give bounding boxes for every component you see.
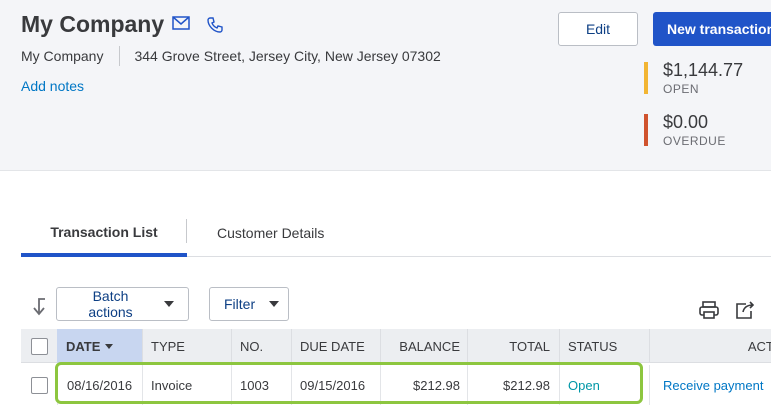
- cell-status: Open: [559, 365, 649, 405]
- open-amount: $1,144.77: [663, 60, 744, 80]
- column-action-label: ACTION: [747, 338, 771, 354]
- print-icon[interactable]: [698, 300, 720, 325]
- open-balance: $1,144.77 OPEN: [644, 60, 743, 96]
- phone-icon[interactable]: [206, 16, 224, 34]
- batch-actions-dropdown[interactable]: Batch actions: [56, 287, 189, 321]
- column-status-label: STATUS: [568, 338, 618, 354]
- column-status[interactable]: STATUS: [559, 329, 649, 363]
- table-header: DATE TYPE NO. DUE DATE BALANCE TOTAL STA…: [21, 329, 771, 363]
- column-balance[interactable]: BALANCE: [380, 329, 467, 363]
- divider: [119, 46, 121, 66]
- table-row[interactable]: 08/16/2016 Invoice 1003 09/15/2016 $212.…: [21, 365, 771, 405]
- filter-label: Filter: [224, 296, 256, 312]
- cell-type: Invoice: [142, 365, 231, 405]
- column-no-label: NO.: [240, 338, 264, 354]
- export-icon[interactable]: [734, 300, 756, 325]
- customer-header: My Company My Company 344 Grove Street, …: [0, 0, 771, 171]
- column-due-date-label: DUE DATE: [300, 338, 365, 354]
- tab-divider: [186, 219, 187, 243]
- overdue-balance: $0.00 OVERDUE: [644, 112, 726, 148]
- column-type-label: TYPE: [151, 338, 185, 354]
- overdue-indicator: [644, 114, 648, 146]
- row-checkbox[interactable]: [30, 376, 48, 394]
- column-type[interactable]: TYPE: [142, 329, 231, 363]
- sort-down-icon: [105, 343, 114, 349]
- cell-total: $212.98: [467, 365, 559, 405]
- customer-address: 344 Grove Street, Jersey City, New Jerse…: [134, 48, 441, 64]
- customer-info: My Company 344 Grove Street, Jersey City…: [21, 46, 441, 66]
- select-all-cell: [21, 329, 57, 363]
- select-all-checkbox[interactable]: [30, 337, 48, 355]
- email-icon[interactable]: [172, 16, 190, 34]
- open-label: OPEN: [663, 82, 700, 96]
- edit-button[interactable]: Edit: [558, 12, 638, 46]
- chevron-down-icon: [164, 301, 174, 307]
- row-select-cell: [21, 365, 57, 405]
- sort-arrow-icon[interactable]: [31, 297, 47, 322]
- cell-date: 08/16/2016: [57, 365, 142, 405]
- cell-no: 1003: [231, 365, 291, 405]
- company-name: My Company: [21, 48, 104, 64]
- column-total-label: TOTAL: [509, 338, 550, 354]
- overdue-label: OVERDUE: [663, 134, 726, 148]
- page-title: My Company: [21, 11, 165, 37]
- contact-icons: [172, 16, 224, 34]
- overdue-amount: $0.00: [663, 112, 709, 132]
- column-no[interactable]: NO.: [231, 329, 291, 363]
- tab-customer-details[interactable]: Customer Details: [217, 209, 324, 256]
- cell-balance: $212.98: [380, 365, 467, 405]
- tab-bar: Transaction List Customer Details: [21, 209, 771, 257]
- filter-dropdown[interactable]: Filter: [209, 287, 289, 321]
- column-date-label: DATE: [66, 338, 101, 354]
- receive-payment-link[interactable]: Receive payment: [649, 365, 771, 405]
- cell-due-date: 09/15/2016: [291, 365, 380, 405]
- batch-actions-label: Batch actions: [88, 288, 133, 320]
- column-date[interactable]: DATE: [57, 329, 142, 363]
- column-balance-label: BALANCE: [399, 338, 460, 354]
- add-notes-link[interactable]: Add notes: [21, 78, 84, 94]
- table-tools: [698, 300, 771, 325]
- column-total[interactable]: TOTAL: [467, 329, 559, 363]
- column-action: ACTION: [649, 329, 771, 363]
- new-transaction-button[interactable]: New transaction: [653, 12, 771, 46]
- tab-transaction-list[interactable]: Transaction List: [21, 209, 187, 257]
- open-indicator: [644, 62, 648, 94]
- chevron-down-icon: [269, 301, 280, 307]
- column-due-date[interactable]: DUE DATE: [291, 329, 380, 363]
